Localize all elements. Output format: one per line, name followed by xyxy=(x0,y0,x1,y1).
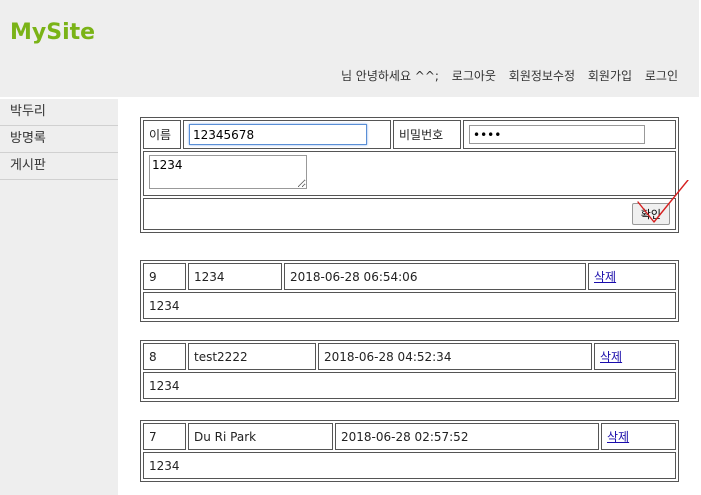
guestbook-entry: 7 Du Ri Park 2018-06-28 02:57:52 삭제 1234 xyxy=(140,420,679,482)
name-label: 이름 xyxy=(143,120,181,149)
entry-delete-cell: 삭제 xyxy=(588,263,676,290)
entry-name: Du Ri Park xyxy=(188,423,333,450)
password-label: 비밀번호 xyxy=(393,120,461,149)
entry-name: test2222 xyxy=(188,343,316,370)
entry-delete-cell: 삭제 xyxy=(601,423,676,450)
delete-link[interactable]: 삭제 xyxy=(607,430,629,444)
top-navigation: 님 안녕하세요 ^^; 로그아웃 회원정보수정 회원가입 로그인 xyxy=(341,67,678,84)
site-header: MySite 님 안녕하세요 ^^; 로그아웃 회원정보수정 회원가입 로그인 xyxy=(0,0,699,97)
entry-number: 9 xyxy=(143,263,186,290)
entry-date: 2018-06-28 02:57:52 xyxy=(335,423,599,450)
entry-date: 2018-06-28 04:52:34 xyxy=(318,343,592,370)
name-input[interactable] xyxy=(189,124,367,145)
edit-profile-link[interactable]: 회원정보수정 xyxy=(509,69,575,83)
entry-delete-cell: 삭제 xyxy=(594,343,676,370)
submit-cell: 확인 xyxy=(143,198,676,230)
guestbook-entry: 8 test2222 2018-06-28 04:52:34 삭제 1234 xyxy=(140,340,679,402)
guestbook-write-form: 이름 비밀번호 1234 확인 xyxy=(140,117,679,233)
content-textarea[interactable]: 1234 xyxy=(149,155,307,189)
logout-link[interactable]: 로그아웃 xyxy=(452,69,496,83)
entry-content: 1234 xyxy=(143,452,676,479)
content-cell: 1234 xyxy=(143,151,676,196)
entry-name: 1234 xyxy=(188,263,282,290)
delete-link[interactable]: 삭제 xyxy=(600,350,622,364)
sidebar-item-board[interactable]: 게시판 xyxy=(0,153,118,180)
login-link[interactable]: 로그인 xyxy=(645,69,678,83)
site-logo[interactable]: MySite xyxy=(10,20,95,45)
signup-link[interactable]: 회원가입 xyxy=(588,69,632,83)
main-content: 이름 비밀번호 1234 확인 9 1234 2018-06-28 06:54:… xyxy=(119,99,701,495)
password-cell xyxy=(463,120,676,149)
entry-number: 7 xyxy=(143,423,186,450)
sidebar-item-guestbook[interactable]: 방명록 xyxy=(0,126,118,153)
sidebar-item-profile[interactable]: 박두리 xyxy=(0,99,118,126)
entry-date: 2018-06-28 06:54:06 xyxy=(284,263,586,290)
sidebar: 박두리 방명록 게시판 xyxy=(0,99,118,495)
password-input[interactable] xyxy=(469,125,645,144)
check-mark-icon xyxy=(637,180,689,223)
guestbook-entry: 9 1234 2018-06-28 06:54:06 삭제 1234 xyxy=(140,260,679,322)
entry-number: 8 xyxy=(143,343,186,370)
entry-content: 1234 xyxy=(143,372,676,399)
name-cell xyxy=(183,120,391,149)
delete-link[interactable]: 삭제 xyxy=(594,270,616,284)
entry-content: 1234 xyxy=(143,292,676,319)
greeting-text: 님 안녕하세요 ^^; xyxy=(340,69,439,83)
